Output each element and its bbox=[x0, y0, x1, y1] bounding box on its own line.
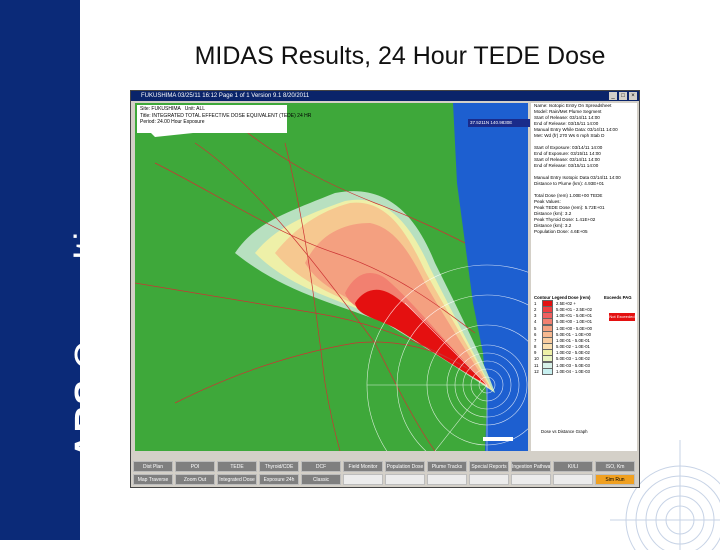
toolbar-button[interactable]: Population Dose bbox=[385, 461, 425, 472]
midas-window: FUKUSHIMA 03/25/11 16:12 Page 1 of 1 Ver… bbox=[130, 90, 640, 488]
legend-range: 5.0E+00 - 1.0E+01 bbox=[556, 319, 593, 325]
toolbar-button[interactable]: Integrated Dose bbox=[217, 474, 257, 485]
brand-logo-text: ABS Consulting bbox=[68, 190, 80, 460]
toolbar-button[interactable] bbox=[385, 474, 425, 485]
toolbar-button[interactable]: Thyroid/CDE bbox=[259, 461, 299, 472]
map-info-box: Site: FUKUSHIMA Unit: ALL Title: INTEGRA… bbox=[137, 105, 311, 133]
brand-bold: ABS bbox=[68, 379, 80, 460]
legend-index: 10 bbox=[534, 356, 539, 362]
coordinate-readout: 37.5211N 140.9830E bbox=[468, 119, 530, 127]
legend-range: 1.0E+00 - 5.0E+00 bbox=[556, 325, 593, 331]
toolbar-button[interactable]: DCF bbox=[301, 461, 341, 472]
legend-index: 8 bbox=[534, 344, 537, 350]
toolbar-button[interactable]: ISO, Km bbox=[595, 461, 635, 472]
maximize-button[interactable]: □ bbox=[619, 92, 627, 100]
minimize-button[interactable]: _ bbox=[609, 92, 617, 100]
toolbar-button[interactable]: Dist Plan bbox=[133, 461, 173, 472]
toolbar-button[interactable]: Map Traverse bbox=[133, 474, 173, 485]
toolbar-button[interactable]: Sim Run bbox=[595, 474, 635, 485]
legend-index: 11 bbox=[534, 362, 539, 368]
legend-index: 5 bbox=[534, 325, 537, 331]
window-titlebar: FUKUSHIMA 03/25/11 16:12 Page 1 of 1 Ver… bbox=[131, 91, 639, 101]
toolbar-button[interactable] bbox=[343, 474, 383, 485]
legend-index: 7 bbox=[534, 337, 537, 343]
legend-range: 2.5E+02 + bbox=[556, 300, 576, 306]
legend-swatch bbox=[542, 367, 553, 375]
legend-row: 12 1.0E-04 - 1.0E-03 bbox=[534, 367, 634, 375]
legend-range: 5.0E-02 - 1.0E-01 bbox=[556, 344, 590, 350]
legend-index: 12 bbox=[534, 368, 539, 374]
toolbar-button[interactable] bbox=[511, 474, 551, 485]
legend-index: 9 bbox=[534, 350, 537, 356]
legend-range: 1.0E-02 - 5.0E-02 bbox=[556, 350, 590, 356]
legend-index: 3 bbox=[534, 313, 537, 319]
legend-index: 6 bbox=[534, 331, 537, 337]
sidebar-band: ABS Consulting bbox=[0, 0, 80, 540]
window-title: FUKUSHIMA 03/25/11 16:12 Page 1 of 1 Ver… bbox=[141, 93, 310, 99]
legend-range: 1.0E-03 - 5.0E-03 bbox=[556, 362, 590, 368]
legend-range: 5.0E-01 - 1.0E+00 bbox=[556, 331, 591, 337]
contour-legend: Contour Legend Dose (rem) Exceeds PAG 12… bbox=[534, 294, 634, 375]
toolbar-button[interactable]: Plume Tracks bbox=[427, 461, 467, 472]
dose-map[interactable] bbox=[135, 103, 528, 451]
toolbar-button[interactable]: Ingestion Pathway bbox=[511, 461, 551, 472]
dose-distance-label[interactable]: Dose vs Distance Graph bbox=[541, 429, 588, 435]
legend-index: 2 bbox=[534, 306, 537, 312]
toolbar-button[interactable]: KI/LI bbox=[553, 461, 593, 472]
toolbar-button[interactable]: TEDE bbox=[217, 461, 257, 472]
toolbar-button[interactable]: Field Monitor bbox=[343, 461, 383, 472]
legend-range: 5.0E-03 - 1.0E-02 bbox=[556, 356, 590, 362]
toolbar-button[interactable] bbox=[427, 474, 467, 485]
legend-index: 1 bbox=[534, 300, 537, 306]
toolbar-button[interactable]: Classic bbox=[301, 474, 341, 485]
legend-range: 5.0E+01 - 2.5E+02 bbox=[556, 306, 593, 312]
panel-row: Population Dose: 4.6E+05 bbox=[534, 229, 588, 234]
bottom-toolbar: Dist Plan POI TEDE Thyroid/CDE DCF Field Moni… bbox=[131, 459, 639, 487]
legend-index: 4 bbox=[534, 319, 537, 325]
legend-range: 1.0E+01 - 5.0E+01 bbox=[556, 313, 593, 319]
close-button[interactable]: × bbox=[629, 92, 637, 100]
toolbar-button[interactable]: Zoom Out bbox=[175, 474, 215, 485]
toolbar-button[interactable] bbox=[469, 474, 509, 485]
slide-title: MIDAS Results, 24 Hour TEDE Dose bbox=[194, 42, 606, 70]
results-panel: Name: Isotopic Entry On Spreadsheet Model… bbox=[531, 103, 637, 451]
brand-light: Consulting bbox=[68, 189, 80, 370]
legend-range: 1.0E-04 - 1.0E-03 bbox=[556, 368, 590, 374]
legend-range: 1.0E-01 - 5.0E-01 bbox=[556, 337, 590, 343]
toolbar-button[interactable]: Exposure 24h bbox=[259, 474, 299, 485]
toolbar-button[interactable] bbox=[553, 474, 593, 485]
toolbar-button[interactable]: POI bbox=[175, 461, 215, 472]
scale-bar bbox=[483, 437, 513, 441]
toolbar-button[interactable]: Special Reports bbox=[469, 461, 509, 472]
